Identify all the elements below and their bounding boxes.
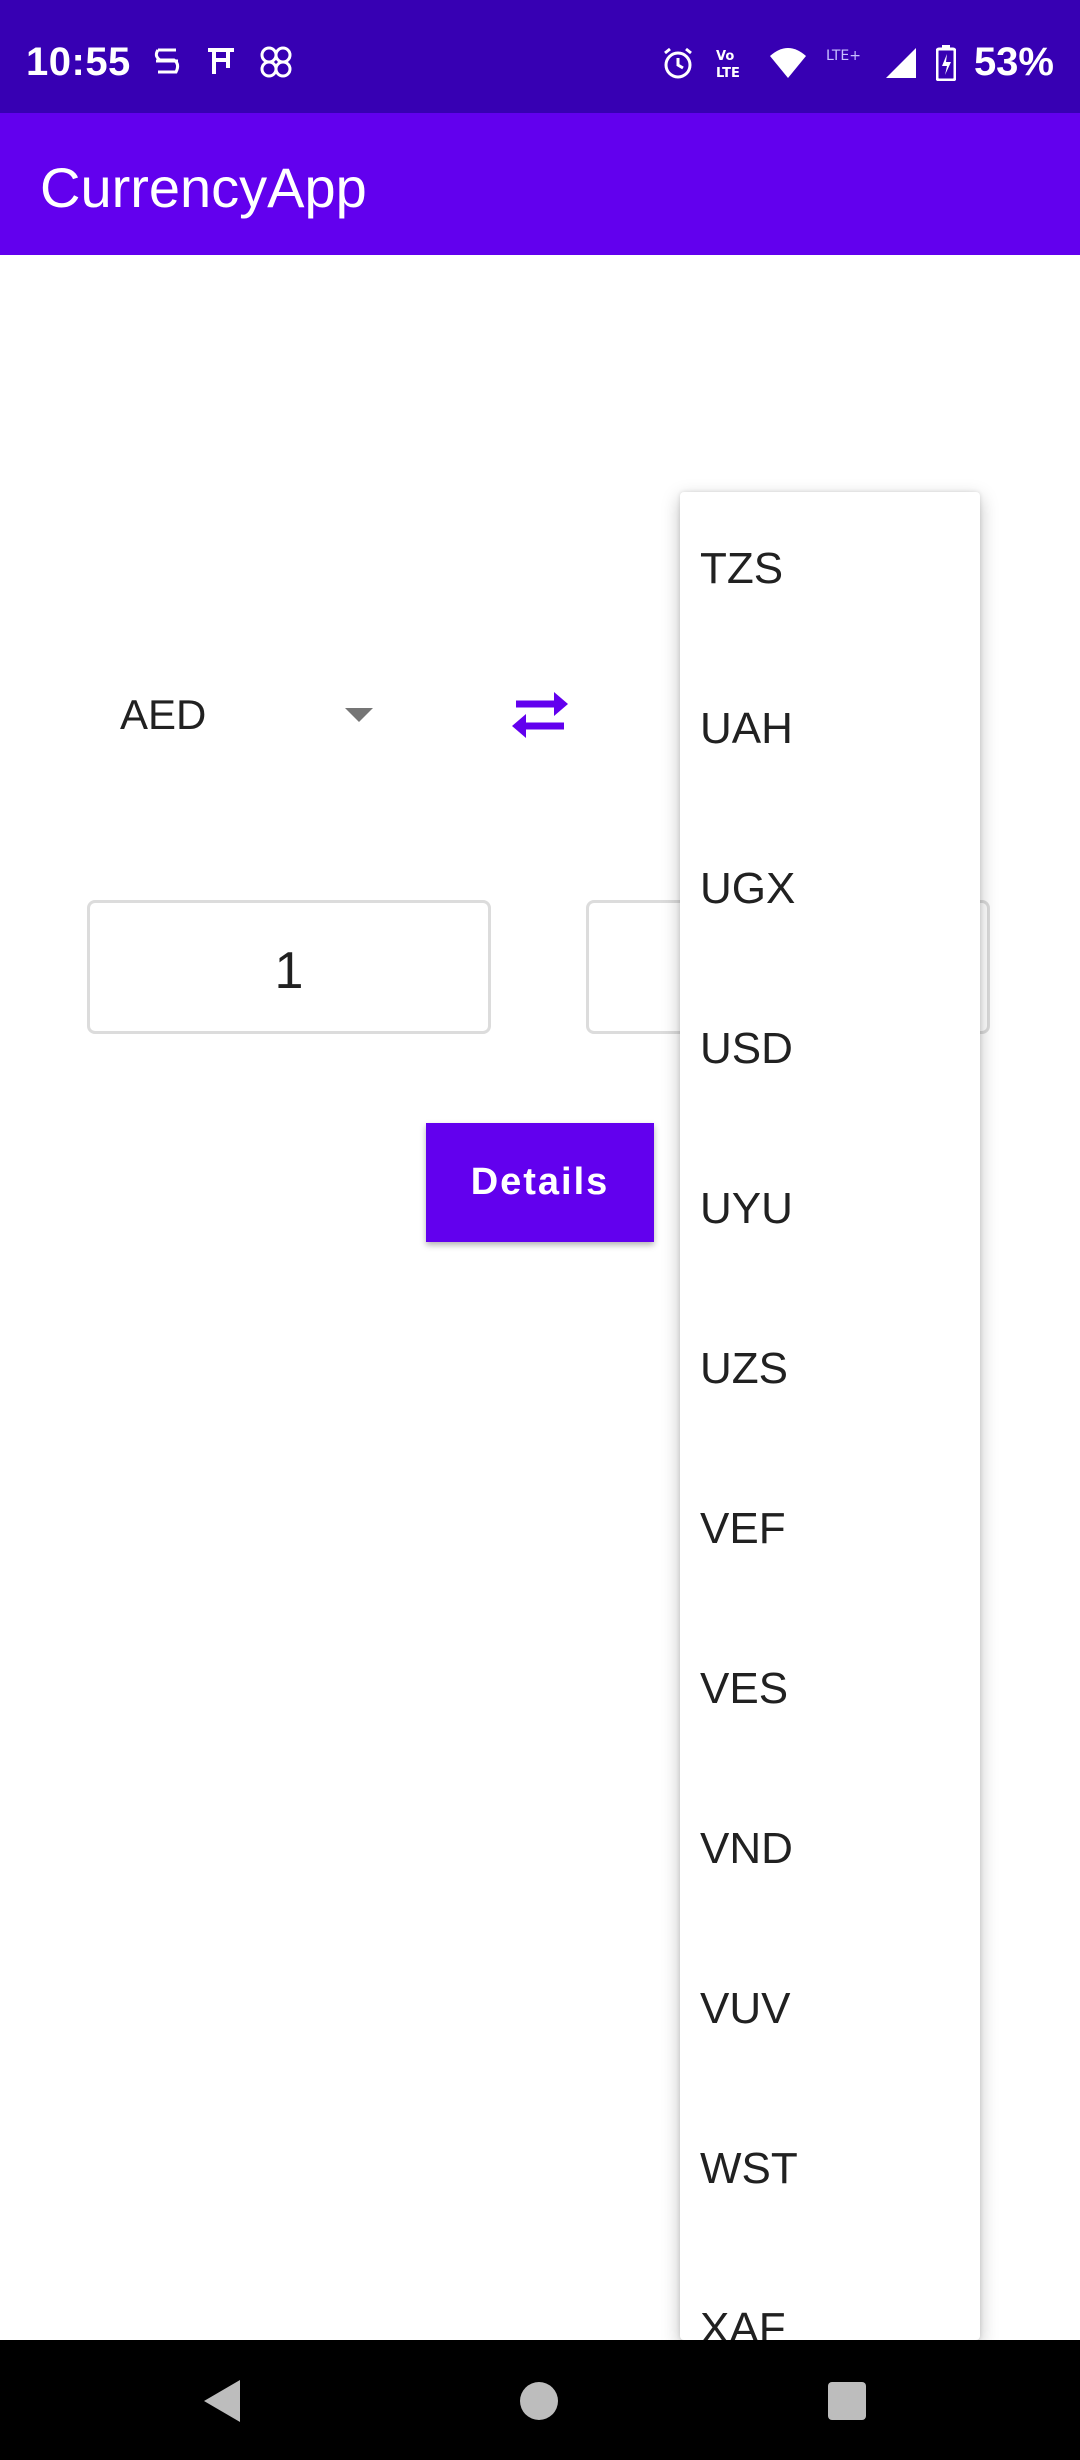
recents-icon[interactable] [828, 2382, 866, 2420]
dropdown-item-xaf[interactable]: XAF [680, 2252, 980, 2340]
dropdown-item-label: UAH [700, 704, 793, 753]
amount-from-field[interactable]: 1 [87, 900, 491, 1034]
dropdown-item-vef[interactable]: VEF [680, 1452, 980, 1612]
battery-charging-icon [935, 44, 956, 81]
dropdown-item-label: WST [700, 2144, 798, 2193]
wifi-icon: ↑ [769, 46, 806, 78]
dropdown-item-label: VUV [700, 1984, 791, 2033]
back-icon[interactable] [200, 2378, 244, 2424]
currency-dropdown-list[interactable]: TZS UAH UGX USD UYU UZS VEF VES VND VUV … [680, 492, 980, 2340]
swap-arrows-icon [512, 692, 568, 738]
dropdown-caret-icon [345, 708, 373, 722]
dropdown-item-label: VES [700, 1664, 789, 1713]
signal-icon [885, 47, 916, 78]
dropdown-item-label: UZS [700, 1344, 788, 1393]
battery-percentage: 53% [973, 40, 1054, 84]
svg-text:Vo: Vo [716, 49, 734, 64]
svg-text:LTE+: LTE+ [826, 48, 861, 64]
dropdown-item-ves[interactable]: VES [680, 1612, 980, 1772]
volte-icon: Vo LTE [716, 49, 740, 81]
from-currency-value: AED [120, 691, 207, 738]
dropdown-item-uzs[interactable]: UZS [680, 1292, 980, 1452]
alarm-icon [664, 47, 692, 78]
navigation-bar [0, 2340, 1080, 2460]
from-currency-spinner[interactable]: AED [90, 665, 390, 765]
s-icon [154, 48, 180, 74]
home-icon[interactable] [520, 2382, 558, 2420]
status-right-icons: Vo LTE ↑ LTE+ 53% [660, 40, 1054, 85]
dropdown-item-usd[interactable]: USD [680, 972, 980, 1132]
dropdown-item-tzs[interactable]: TZS [680, 492, 980, 652]
status-bar: 10:55 Vo LTE ↑ LTE+ [0, 0, 1080, 113]
svg-text:↑: ↑ [794, 46, 799, 47]
dropdown-item-label: UGX [700, 864, 796, 913]
app-bar: CurrencyApp [0, 113, 1080, 255]
dropdown-item-wst[interactable]: WST [680, 2092, 980, 2252]
swap-currencies-button[interactable] [500, 680, 580, 750]
dropdown-item-vnd[interactable]: VND [680, 1772, 980, 1932]
dropdown-item-label: VEF [700, 1504, 786, 1553]
dropdown-item-vuv[interactable]: VUV [680, 1932, 980, 2092]
font-icon [208, 48, 234, 74]
status-left-icons [150, 44, 294, 80]
lte-plus-icon: LTE+ [826, 48, 861, 64]
dropdown-item-label: USD [700, 1024, 793, 1073]
svg-text:LTE: LTE [716, 66, 740, 81]
dropdown-item-label: VND [700, 1824, 793, 1873]
app-title: CurrencyApp [40, 156, 367, 219]
pinwheel-icon [260, 46, 292, 78]
dropdown-item-ugx[interactable]: UGX [680, 812, 980, 972]
dropdown-item-label: TZS [700, 544, 784, 593]
status-time: 10:55 [26, 40, 131, 84]
dropdown-item-uyu[interactable]: UYU [680, 1132, 980, 1292]
details-button[interactable]: Details [426, 1123, 654, 1242]
dropdown-item-label: UYU [700, 1184, 793, 1233]
dropdown-item-uah[interactable]: UAH [680, 652, 980, 812]
dropdown-item-label: XAF [700, 2304, 786, 2340]
amount-from-value: 1 [274, 942, 304, 1000]
